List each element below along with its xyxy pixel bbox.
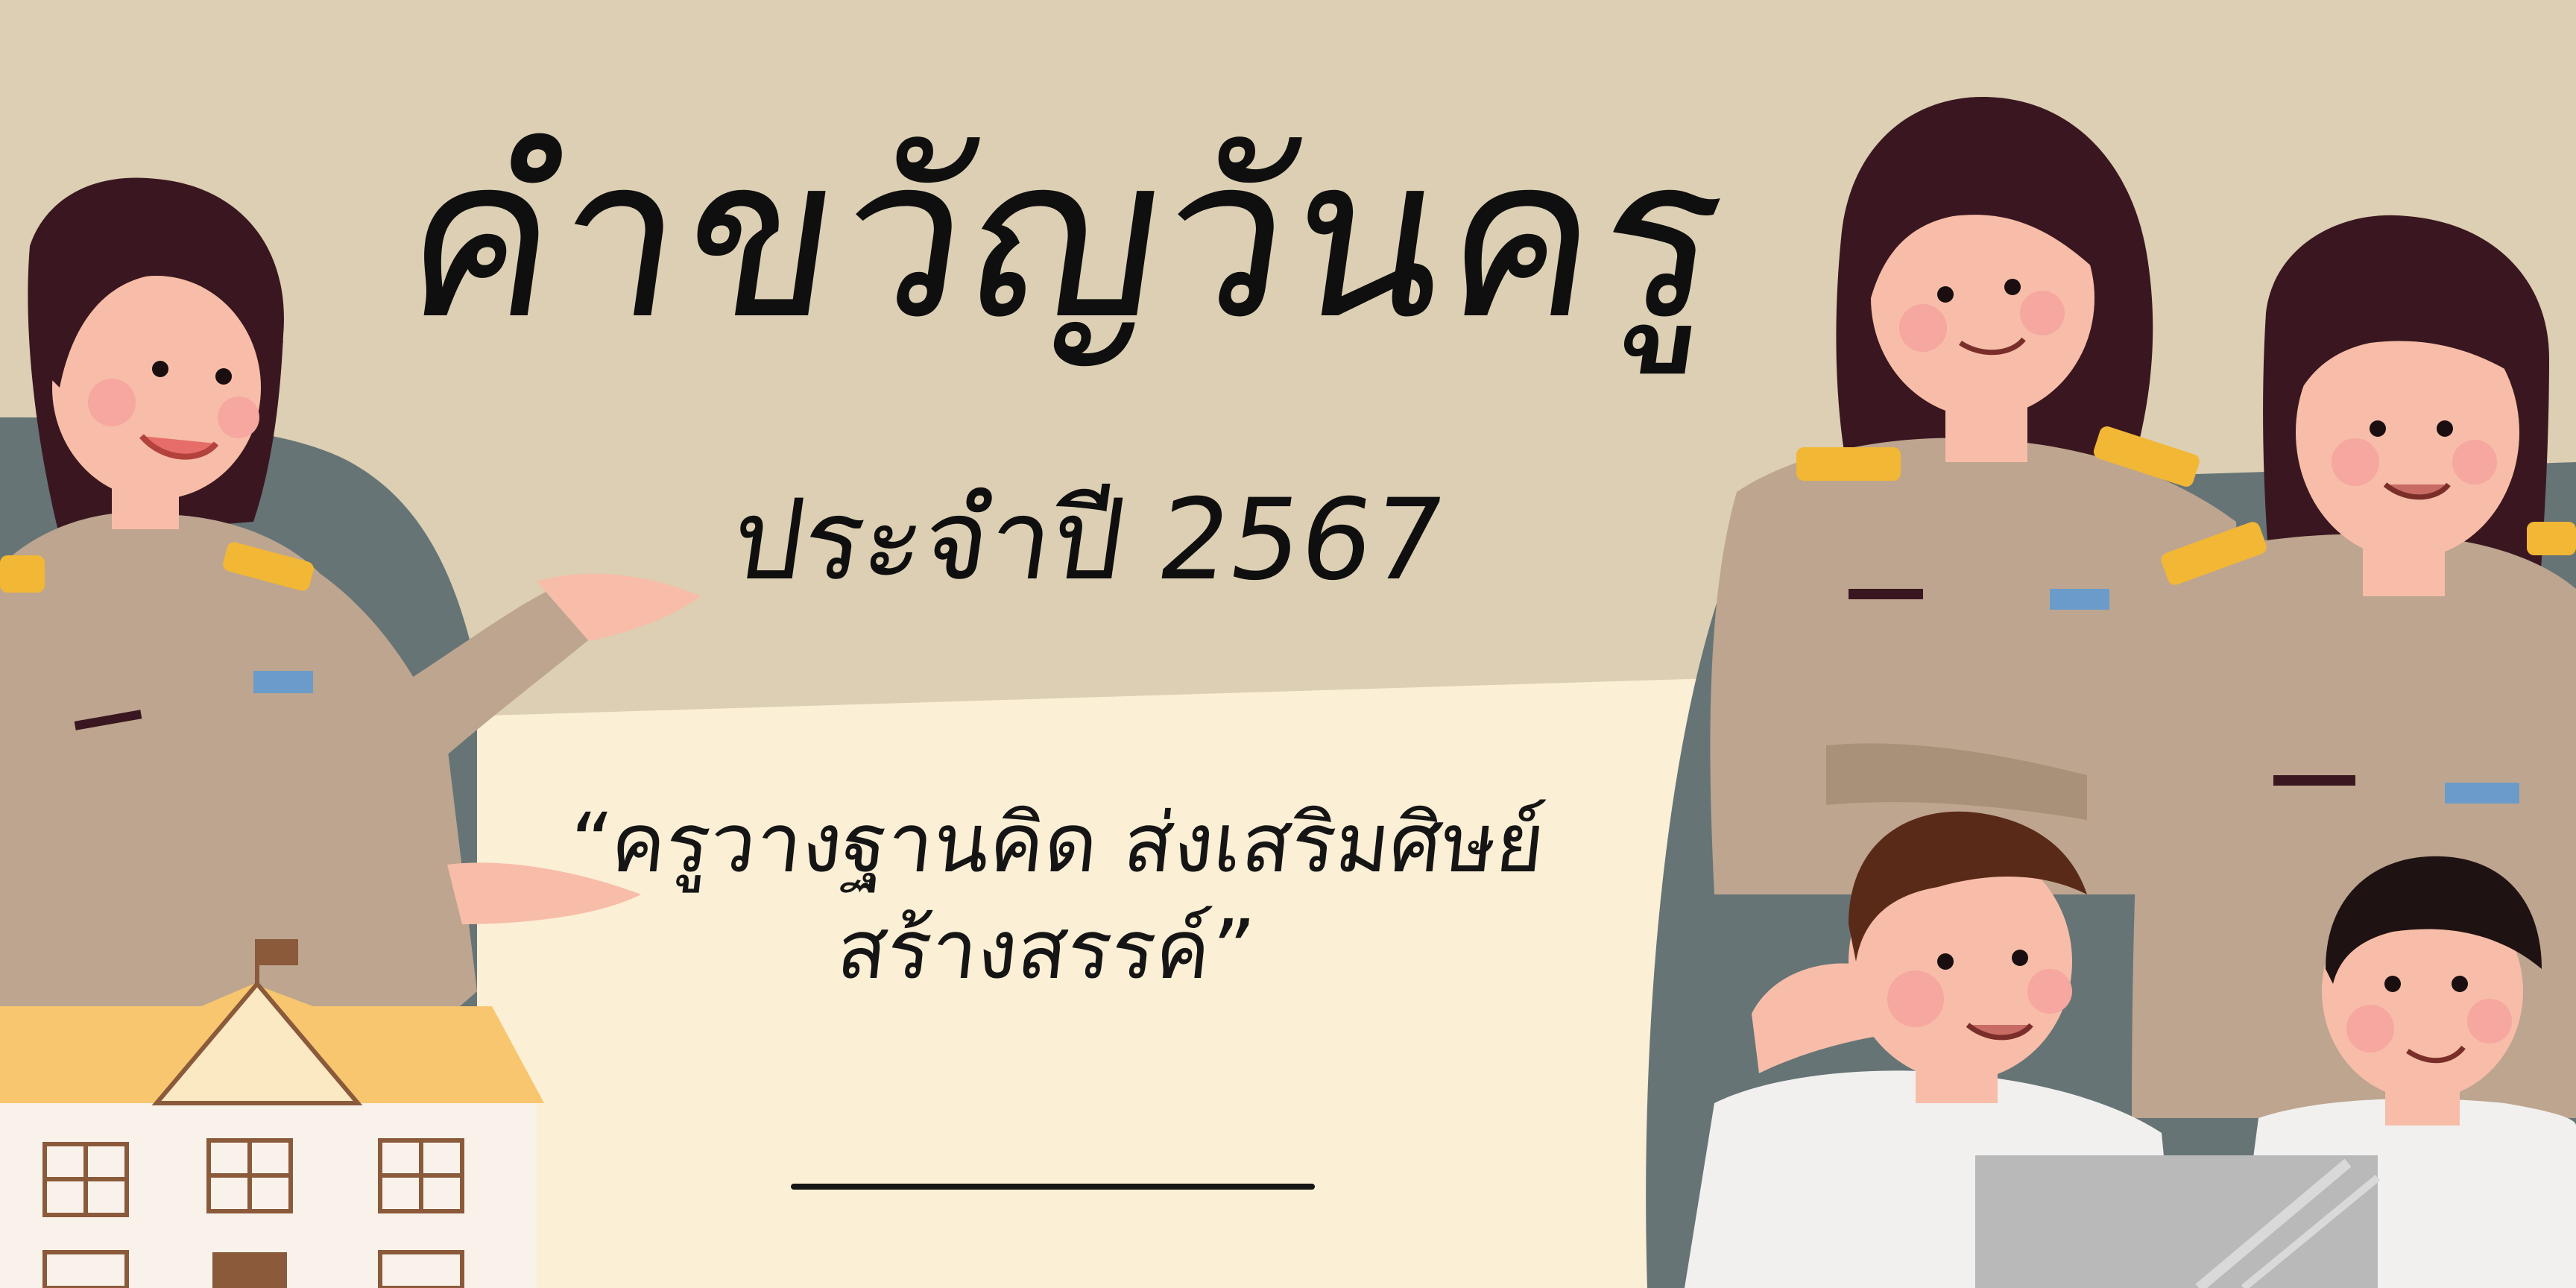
- motto-line-1: “ครูวางฐานคิด ส่งเสริมศิษย์: [564, 795, 1550, 891]
- laptop-illustration: [1975, 1155, 2381, 1288]
- motto-text: “ครูวางฐานคิด ส่งเสริมศิษย์ สร้างสรรค์”: [511, 790, 1591, 1003]
- banner-subtitle: ประจำปี 2567: [724, 476, 1453, 605]
- motto-line-2: สร้างสรรค์”: [833, 902, 1259, 997]
- banner-title: คำขวัญวันครู: [389, 108, 1743, 368]
- teachers-day-banner: คำขวัญวันครู ประจำปี 2567 “ครูวางฐานคิด …: [0, 0, 2576, 1288]
